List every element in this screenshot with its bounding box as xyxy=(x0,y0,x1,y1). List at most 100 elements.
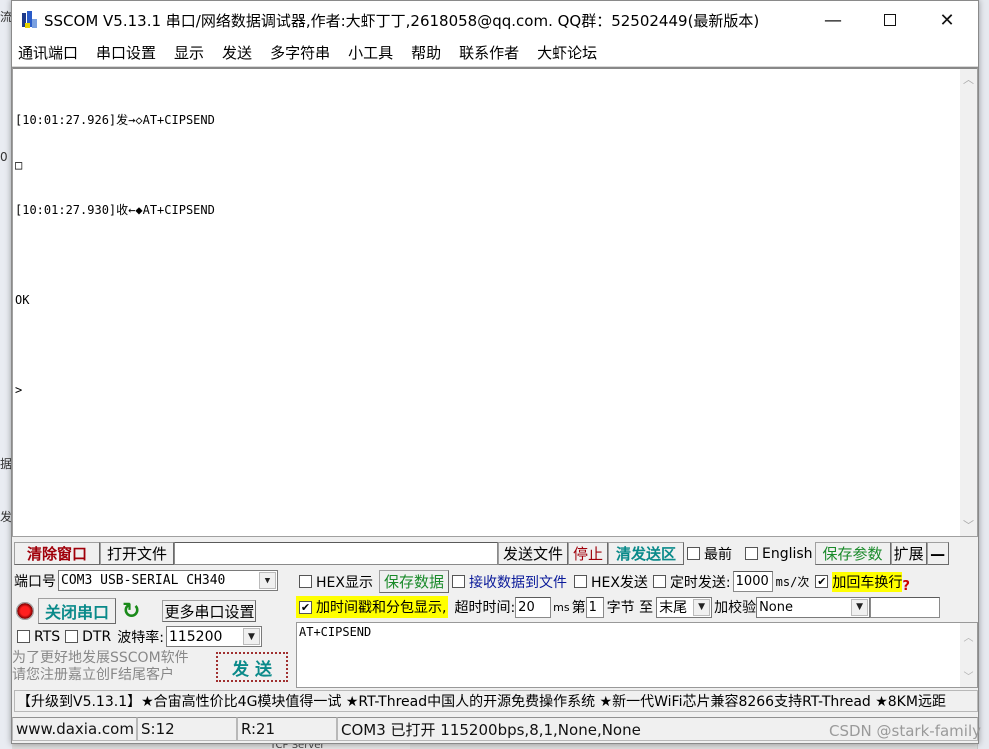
close-icon: ✕ xyxy=(939,9,955,31)
chevron-down-icon[interactable]: ▼ xyxy=(259,572,276,589)
scroll-up-icon[interactable]: ︿ xyxy=(960,71,977,88)
english-label: English xyxy=(762,545,813,562)
scroll-up-icon[interactable]: ︿ xyxy=(960,629,977,644)
promo-text: 为了更好地发展SSCOM软件 请您注册嘉立创F结尾客户 xyxy=(12,650,212,684)
checksum-output[interactable] xyxy=(870,596,941,618)
menu-bar: 通讯端口 串口设置 显示 发送 多字符串 小工具 帮助 联系作者 大虾论坛 xyxy=(12,39,978,67)
baud-value: 115200 xyxy=(168,628,223,645)
menu-forum[interactable]: 大虾论坛 xyxy=(537,42,597,63)
topmost-checkbox[interactable] xyxy=(687,547,700,560)
hex-send-checkbox[interactable] xyxy=(573,575,587,588)
timestamp-label: 加时间戳和分包显示, xyxy=(316,600,447,616)
control-panel: 端口号 COM3 USB-SERIAL CH340 ▼ 关闭串口 ↻ 更多串口设… xyxy=(12,568,978,688)
open-file-button[interactable]: 打开文件 xyxy=(100,542,174,565)
menu-display[interactable]: 显示 xyxy=(174,42,204,63)
promo-line: 为了更好地发展SSCOM软件 xyxy=(12,650,189,666)
sent-count: S:12 xyxy=(137,717,237,741)
baud-label: 波特率: xyxy=(117,629,164,646)
scroll-down-icon[interactable]: ﹀ xyxy=(960,517,977,534)
receive-log: [10:01:27.926]发→◇AT+CIPSEND □ [10:01:27.… xyxy=(15,83,215,428)
timed-send-checkbox[interactable] xyxy=(652,575,666,588)
scroll-down-icon[interactable]: ﹀ xyxy=(960,668,977,683)
port-label: 端口号 xyxy=(14,573,56,590)
promo-line: 请您注册嘉立创F结尾客户 xyxy=(12,667,175,683)
hex-send-label: HEX发送 xyxy=(590,574,648,591)
title-bar[interactable]: SSCOM V5.13.1 串口/网络数据调试器,作者:大虾丁丁,2618058… xyxy=(12,1,978,39)
end-select[interactable]: 末尾 ▼ xyxy=(656,596,713,618)
recv-to-file-checkbox[interactable] xyxy=(451,575,465,588)
timestamp-option: ✔ 加时间戳和分包显示, xyxy=(296,596,449,618)
hex-display-checkbox[interactable] xyxy=(299,575,312,588)
add-crlf-checkbox[interactable]: ✔ xyxy=(815,575,829,588)
baud-select[interactable]: 115200 ▼ xyxy=(165,626,262,647)
interval-input[interactable]: 1000 xyxy=(732,571,773,592)
save-params-button[interactable]: 保存参数 xyxy=(814,542,891,565)
port-select[interactable]: COM3 USB-SERIAL CH340 ▼ xyxy=(58,570,278,591)
checksum-select[interactable]: None ▼ xyxy=(756,596,871,618)
send-button[interactable]: 发 送 xyxy=(216,652,288,682)
english-checkbox[interactable] xyxy=(745,547,758,560)
send-scrollbar[interactable]: ︿ ﹀ xyxy=(960,623,977,687)
dtr-label: DTR xyxy=(82,628,112,645)
clear-send-button[interactable]: 清发送区 xyxy=(608,542,684,565)
stop-button[interactable]: 停止 xyxy=(568,542,608,565)
rts-label: RTS xyxy=(34,628,61,645)
dtr-checkbox[interactable] xyxy=(65,630,79,643)
byte-input[interactable]: 1 xyxy=(585,596,604,618)
website-link[interactable]: www.daxia.com xyxy=(12,717,137,741)
sscom-window: SSCOM V5.13.1 串口/网络数据调试器,作者:大虾丁丁,2618058… xyxy=(11,0,979,744)
timeout-input[interactable]: 20 xyxy=(515,596,552,618)
receive-line: [10:01:27.926]发→◇AT+CIPSEND xyxy=(15,113,215,127)
clear-window-button[interactable]: 清除窗口 xyxy=(14,542,100,565)
chevron-down-icon[interactable]: ▼ xyxy=(851,598,869,616)
send-text-area[interactable]: AT+CIPSEND ︿ ﹀ xyxy=(296,622,978,688)
menu-multi-string[interactable]: 多字符串 xyxy=(270,42,330,63)
receive-line: OK xyxy=(15,293,30,307)
port-value: COM3 USB-SERIAL CH340 xyxy=(61,573,226,588)
minimize-button[interactable]: — xyxy=(810,1,856,39)
chevron-down-icon[interactable]: ▼ xyxy=(242,628,260,645)
receive-line: > xyxy=(15,383,23,397)
receive-scrollbar[interactable]: ︿ ﹀ xyxy=(960,69,977,536)
menu-tools[interactable]: 小工具 xyxy=(348,42,393,63)
menu-comm-port[interactable]: 通讯端口 xyxy=(18,42,78,63)
end-value: 末尾 xyxy=(659,600,688,616)
send-file-button[interactable]: 发送文件 xyxy=(498,542,568,565)
byte-suffix: 字节 至 xyxy=(606,600,654,616)
minimize-icon: — xyxy=(824,9,842,31)
recv-to-file-label[interactable]: 接收数据到文件 xyxy=(469,572,567,592)
refresh-icon[interactable]: ↻ xyxy=(122,599,140,624)
chevron-down-icon[interactable]: ▼ xyxy=(693,598,711,616)
interval-unit: ms/次 xyxy=(775,575,810,589)
receive-area[interactable]: [10:01:27.926]发→◇AT+CIPSEND □ [10:01:27.… xyxy=(12,67,978,537)
timeout-unit: ms xyxy=(553,600,570,614)
menu-contact-author[interactable]: 联系作者 xyxy=(459,42,519,63)
topmost-label: 最前 xyxy=(704,546,732,563)
app-icon xyxy=(20,11,38,29)
collapse-button[interactable]: — xyxy=(926,542,949,565)
timestamp-checkbox[interactable]: ✔ xyxy=(299,600,312,614)
menu-send[interactable]: 发送 xyxy=(222,42,252,63)
watermark: CSDN @stark-family xyxy=(829,722,981,740)
ad-ticker[interactable]: 【升级到V5.13.1】★合宙高性价比4G模块值得一试 ★RT-Thread中国… xyxy=(14,690,978,712)
file-toolbar: 清除窗口 打开文件 发送文件 停止 清发送区 最前 English 保存参数 扩… xyxy=(14,541,980,566)
timed-send-label: 定时发送: xyxy=(669,574,731,591)
checksum-value: None xyxy=(759,599,793,615)
rts-checkbox[interactable] xyxy=(17,630,30,643)
maximize-icon xyxy=(884,14,896,26)
receive-line: □ xyxy=(15,158,23,172)
save-data-button[interactable]: 保存数据 xyxy=(378,570,449,593)
maximize-button[interactable] xyxy=(867,1,913,39)
menu-help[interactable]: 帮助 xyxy=(411,42,441,63)
checksum-label: 加校验 xyxy=(714,600,757,616)
close-button[interactable]: ✕ xyxy=(924,1,970,39)
file-path-input[interactable] xyxy=(174,542,498,565)
help-icon[interactable]: ? xyxy=(902,579,910,594)
menu-serial-settings[interactable]: 串口设置 xyxy=(96,42,156,63)
byte-prefix: 第 xyxy=(571,600,586,616)
port-status-led-icon xyxy=(16,602,34,620)
window-title: SSCOM V5.13.1 串口/网络数据调试器,作者:大虾丁丁,2618058… xyxy=(44,11,760,30)
more-port-settings-button[interactable]: 更多串口设置 xyxy=(162,600,257,622)
expand-button[interactable]: 扩展 xyxy=(890,542,927,565)
close-port-button[interactable]: 关闭串口 xyxy=(38,598,116,624)
